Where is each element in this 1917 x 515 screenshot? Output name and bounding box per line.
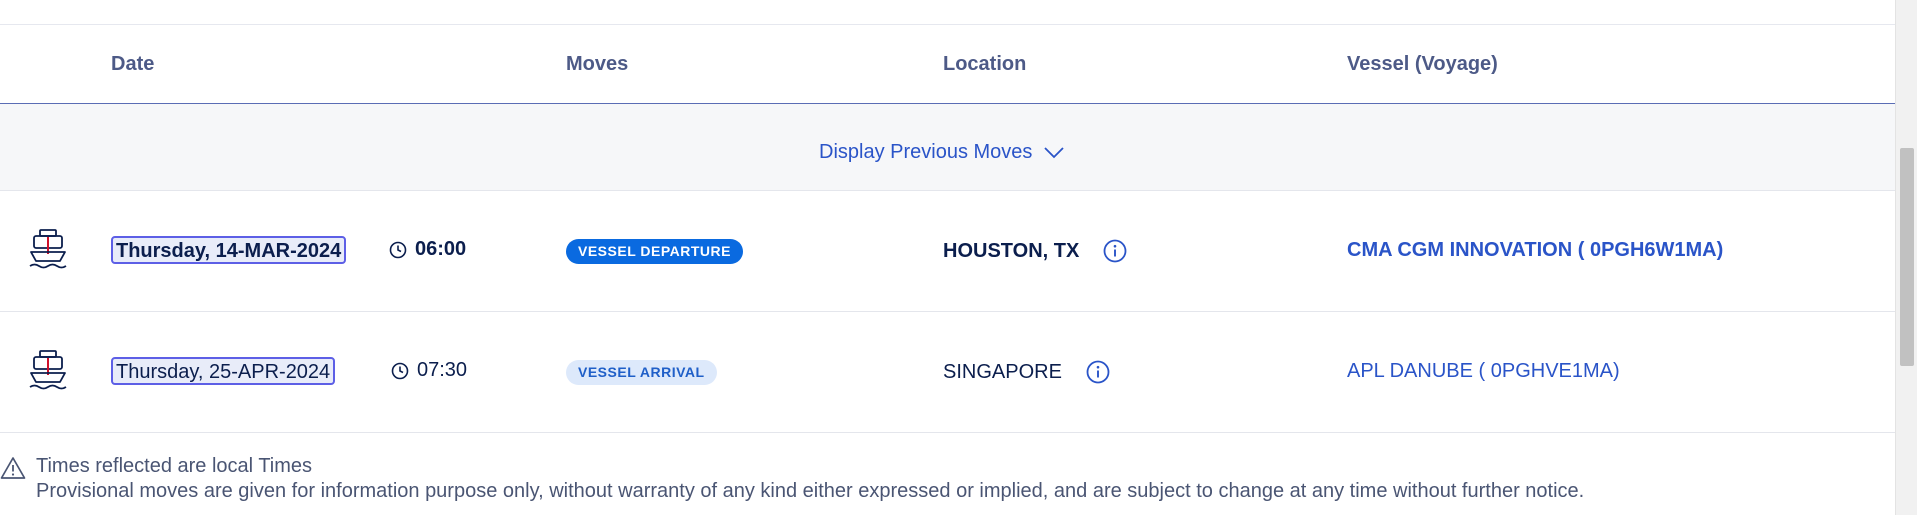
ship-icon xyxy=(29,350,67,390)
previous-moves-band: Display Previous Moves xyxy=(0,104,1895,191)
table-row: Thursday, 25-APR-2024 07:30 VESSEL ARRIV… xyxy=(0,312,1895,433)
location-cell: HOUSTON, TX xyxy=(943,239,1127,263)
info-icon[interactable] xyxy=(1103,239,1127,263)
vertical-scrollbar[interactable] xyxy=(1895,0,1917,515)
header-moves: Moves xyxy=(566,53,629,75)
date-cell[interactable]: Thursday, 25-APR-2024 xyxy=(111,357,336,385)
time-value: 07:30 xyxy=(417,359,468,381)
move-status-badge: VESSEL DEPARTURE xyxy=(566,239,743,264)
local-times-note: Times reflected are local Times xyxy=(36,455,313,477)
display-previous-moves-button[interactable]: Display Previous Moves xyxy=(819,141,1065,164)
chevron-down-icon xyxy=(1044,146,1065,158)
warning-icon xyxy=(0,457,26,479)
clock-icon xyxy=(389,241,407,258)
table-header: Date Moves Location Vessel (Voyage) xyxy=(0,25,1895,104)
time-cell: 07:30 xyxy=(391,359,467,382)
header-location: Location xyxy=(943,53,1027,75)
location-name: SINGAPORE xyxy=(943,360,1062,383)
scrollbar-thumb[interactable] xyxy=(1900,148,1914,366)
table-row: Thursday, 14-MAR-2024 06:00 VESSEL DEPAR… xyxy=(0,191,1895,312)
move-status-badge: VESSEL ARRIVAL xyxy=(566,360,717,385)
provisional-moves-disclaimer: Provisional moves are given for informat… xyxy=(36,480,1585,502)
time-cell: 06:00 xyxy=(389,238,466,261)
header-vessel: Vessel (Voyage) xyxy=(1347,53,1498,75)
container-tracking-moves: Date Moves Location Vessel (Voyage) Disp… xyxy=(0,0,1917,515)
vessel-voyage-link[interactable]: APL DANUBE ( 0PGHVE1MA) xyxy=(1347,360,1620,383)
location-name: HOUSTON, TX xyxy=(943,239,1080,262)
info-icon[interactable] xyxy=(1086,360,1110,384)
vessel-voyage-link[interactable]: CMA CGM INNOVATION ( 0PGH6W1MA) xyxy=(1347,239,1723,262)
date-cell[interactable]: Thursday, 14-MAR-2024 xyxy=(111,236,347,264)
clock-icon xyxy=(391,362,409,379)
location-cell: SINGAPORE xyxy=(943,360,1110,384)
header-date: Date xyxy=(111,53,155,75)
time-value: 06:00 xyxy=(415,238,467,260)
ship-icon xyxy=(29,229,67,269)
display-previous-moves-label: Display Previous Moves xyxy=(819,141,1033,163)
